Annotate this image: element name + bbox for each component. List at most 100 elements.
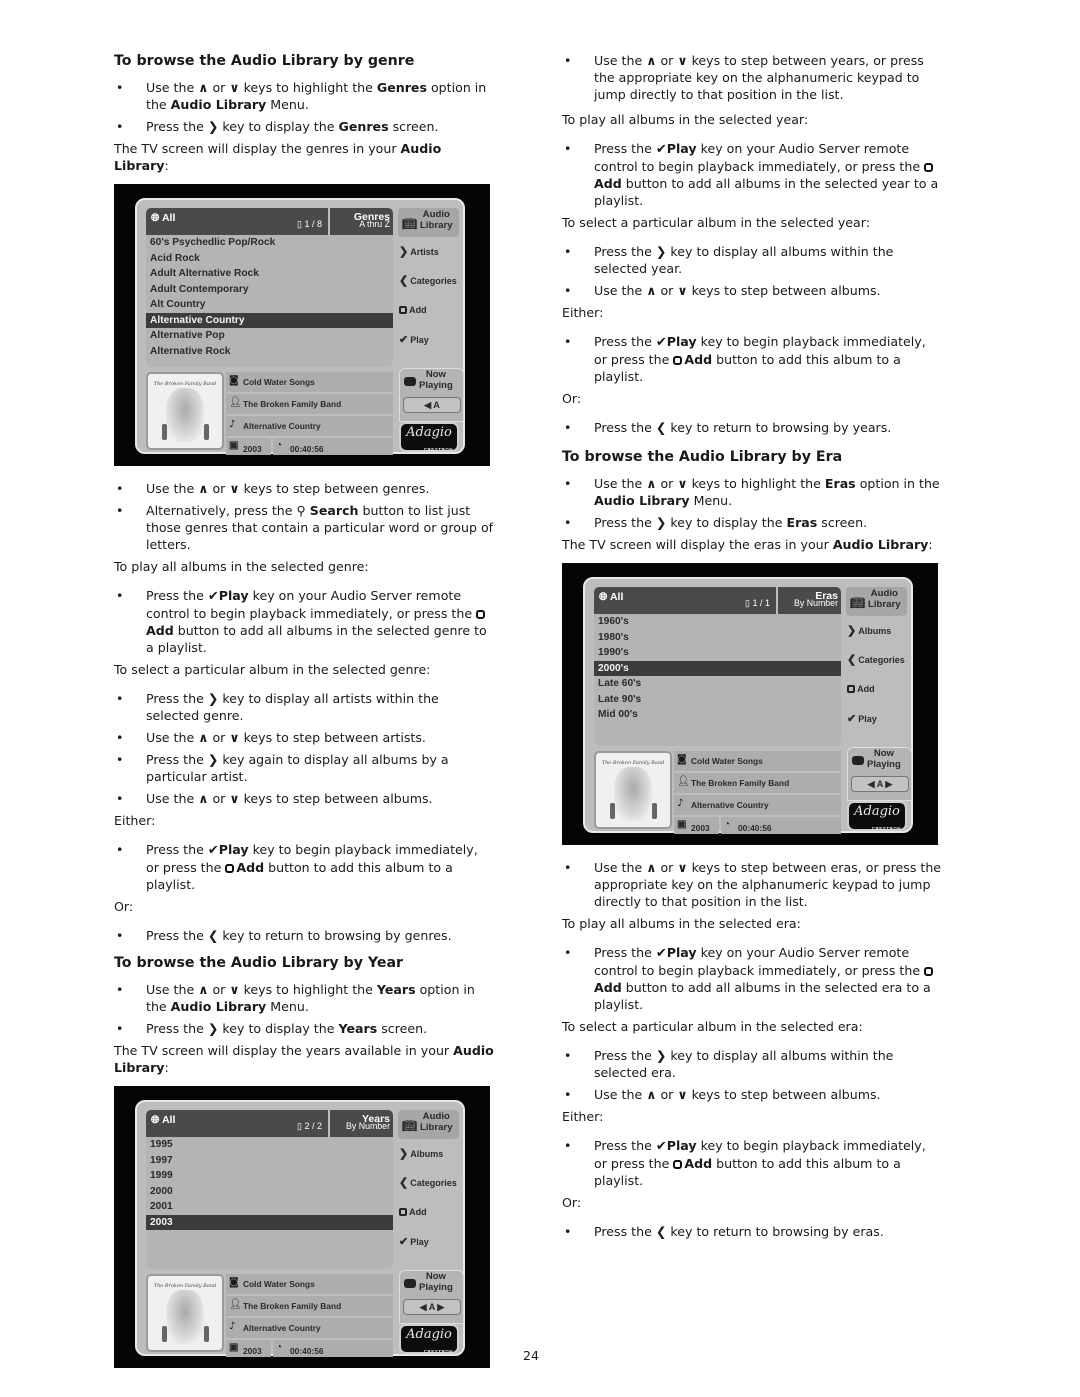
left-key-icon: ❮ <box>655 1224 667 1239</box>
chevron-right-icon: ❯ <box>399 246 409 258</box>
add-icon <box>225 864 235 873</box>
list-item[interactable]: Alt Country <box>146 297 393 313</box>
genre-search-bullet: • Alternatively, press the ⚲ Search butt… <box>116 503 494 552</box>
list-item[interactable]: 1995 <box>146 1137 393 1153</box>
list-item[interactable]: Adult Alternative Rock <box>146 266 393 282</box>
right-key-icon: ❯ <box>655 515 667 530</box>
album-art: The Broken Family Band <box>146 372 224 450</box>
year-cell: ▣ 2003 <box>226 438 271 455</box>
year-heading: To browse the Audio Library by Year <box>114 955 404 971</box>
right-key-icon: ❯ <box>207 119 219 134</box>
add-button[interactable]: Add <box>399 302 427 319</box>
list-item[interactable]: 1999 <box>146 1168 393 1184</box>
categories-button[interactable]: ❮ Categories <box>847 652 905 669</box>
genre-select-bullet: • Use the ∧ or ∨ keys to step between al… <box>116 791 433 806</box>
add-button[interactable]: Add <box>399 1204 427 1221</box>
year-select-label: To select a particular album in the sele… <box>562 215 870 230</box>
now-playing-tab[interactable]: Now Playing ◀ A ▶ <box>847 747 912 801</box>
list-item[interactable]: Alternative Rock <box>146 344 393 360</box>
up-key-icon: ∧ <box>646 53 657 68</box>
globe-icon: 🌐︎ <box>151 212 160 224</box>
list-item-selected[interactable]: 2003 <box>146 1214 393 1230</box>
check-icon: ✔ <box>207 843 219 858</box>
albums-button[interactable]: ❯ Albums <box>847 623 891 640</box>
duration-cell: ◔ 00:40:56 <box>273 1340 393 1357</box>
audio-library-tab[interactable]: 📖︎ Audio Library <box>398 1110 459 1139</box>
left-key-icon: ❮ <box>207 928 219 943</box>
music-note-icon: ♪ <box>229 1321 236 1332</box>
right-key-icon: ❯ <box>207 752 219 767</box>
list-item[interactable]: 2001 <box>146 1199 393 1215</box>
list-item[interactable]: 1997 <box>146 1153 393 1169</box>
adagio-logo: Adagio CRESTRON <box>847 801 907 831</box>
genre-either-bullet: • Press the ✔Play key to begin playback … <box>116 842 478 892</box>
now-playing-icon <box>404 377 416 386</box>
add-button[interactable]: Add <box>847 681 875 698</box>
list-item-selected[interactable]: Alternative Country <box>146 312 393 328</box>
source-selector[interactable]: ◀ A ▶ <box>851 776 909 792</box>
category-header: Years By Number <box>330 1110 393 1137</box>
categories-button[interactable]: ❮ Categories <box>399 273 457 290</box>
right-key-icon: ❯ <box>207 691 219 706</box>
play-button[interactable]: ✔ Play <box>399 1234 429 1251</box>
up-key-icon: ∧ <box>198 80 209 95</box>
album-art: The Broken Family Band <box>146 1274 224 1352</box>
year-either-label: Either: <box>562 305 604 320</box>
clock-icon: ◔ <box>724 819 731 830</box>
chevron-right-icon: ❯ <box>399 1148 409 1160</box>
list-item[interactable]: Late 90's <box>594 692 841 708</box>
disc-icon: ◙ <box>677 754 687 765</box>
check-icon: ✔ <box>207 589 219 604</box>
list-item-selected[interactable]: 2000's <box>594 660 841 676</box>
duration-cell: ◔ 00:40:56 <box>273 438 393 455</box>
list-item[interactable]: Late 60's <box>594 676 841 692</box>
audio-library-tab[interactable]: 📖︎ Audio Library <box>398 208 459 237</box>
genre-row: ♪ Alternative Country <box>674 795 841 815</box>
list-item[interactable]: 1960's <box>594 614 841 630</box>
albums-button[interactable]: ❯ Albums <box>399 1146 443 1163</box>
list-header: 🌐︎ All ▯ 1 / 8 <box>146 208 328 235</box>
list-item[interactable]: 1990's <box>594 645 841 661</box>
chevron-left-icon: ❮ <box>399 275 409 287</box>
play-button[interactable]: ✔ Play <box>847 711 877 728</box>
list-item[interactable]: Mid 00's <box>594 707 841 723</box>
calendar-icon: ▣ <box>229 440 239 451</box>
year-select-bullet: • Use the ∧ or ∨ keys to step between al… <box>564 283 881 298</box>
genre-step-bullet: • Use the ∧ or ∨ keys to step between ge… <box>116 481 430 496</box>
year-bullet-highlight: • Use the ∧ or ∨ keys to highlight the Y… <box>116 982 475 1014</box>
check-icon: ✔ <box>655 142 667 157</box>
source-selector[interactable]: ◀ A ▶ <box>403 1299 461 1315</box>
person-icon: 👤︎ <box>677 776 690 787</box>
down-key-icon: ∨ <box>229 791 240 806</box>
now-playing-tab[interactable]: Now Playing ◀ A <box>399 368 464 422</box>
source-selector[interactable]: ◀ A <box>403 397 461 413</box>
list-item[interactable]: Adult Contemporary <box>146 282 393 298</box>
genre-row: ♪ Alternative Country <box>226 416 393 436</box>
down-key-icon: ∨ <box>229 730 240 745</box>
list-item[interactable]: 1980's <box>594 630 841 646</box>
categories-button[interactable]: ❮ Categories <box>399 1175 457 1192</box>
artists-button[interactable]: ❯ Artists <box>399 244 439 261</box>
chevron-left-icon: ❮ <box>399 1177 409 1189</box>
list-item[interactable]: Acid Rock <box>146 251 393 267</box>
era-select-bullet: • Press the ❯ key to display all albums … <box>564 1048 894 1080</box>
list-item[interactable]: 60's Psychedlic Pop/Rock <box>146 235 393 251</box>
year-list: 1995 1997 1999 2000 2001 2003 <box>146 1137 393 1269</box>
chevron-left-icon: ❮ <box>847 654 857 666</box>
genre-either-label: Either: <box>114 813 156 828</box>
down-key-icon: ∨ <box>677 1087 688 1102</box>
genre-play-all-bullet: • Press the ✔Play key on your Audio Serv… <box>116 588 487 655</box>
list-item[interactable]: Alternative Pop <box>146 328 393 344</box>
year-select-bullet: • Press the ❯ key to display all albums … <box>564 244 894 276</box>
now-playing-icon <box>852 756 864 765</box>
clock-icon: ◔ <box>276 1342 283 1353</box>
genres-screen-frame: 🌐︎ All ▯ 1 / 8 Genres A thru Z 60's Psyc… <box>135 198 465 455</box>
now-playing-tab[interactable]: Now Playing ◀ A ▶ <box>399 1270 464 1324</box>
play-button[interactable]: ✔ Play <box>399 332 429 349</box>
list-item[interactable]: 2000 <box>146 1184 393 1200</box>
check-icon: ✔ <box>655 946 667 961</box>
globe-icon: 🌐︎ <box>599 591 608 603</box>
audio-library-tab[interactable]: 📖︎ Audio Library <box>846 587 907 616</box>
up-key-icon: ∧ <box>198 481 209 496</box>
up-key-icon: ∧ <box>646 1087 657 1102</box>
